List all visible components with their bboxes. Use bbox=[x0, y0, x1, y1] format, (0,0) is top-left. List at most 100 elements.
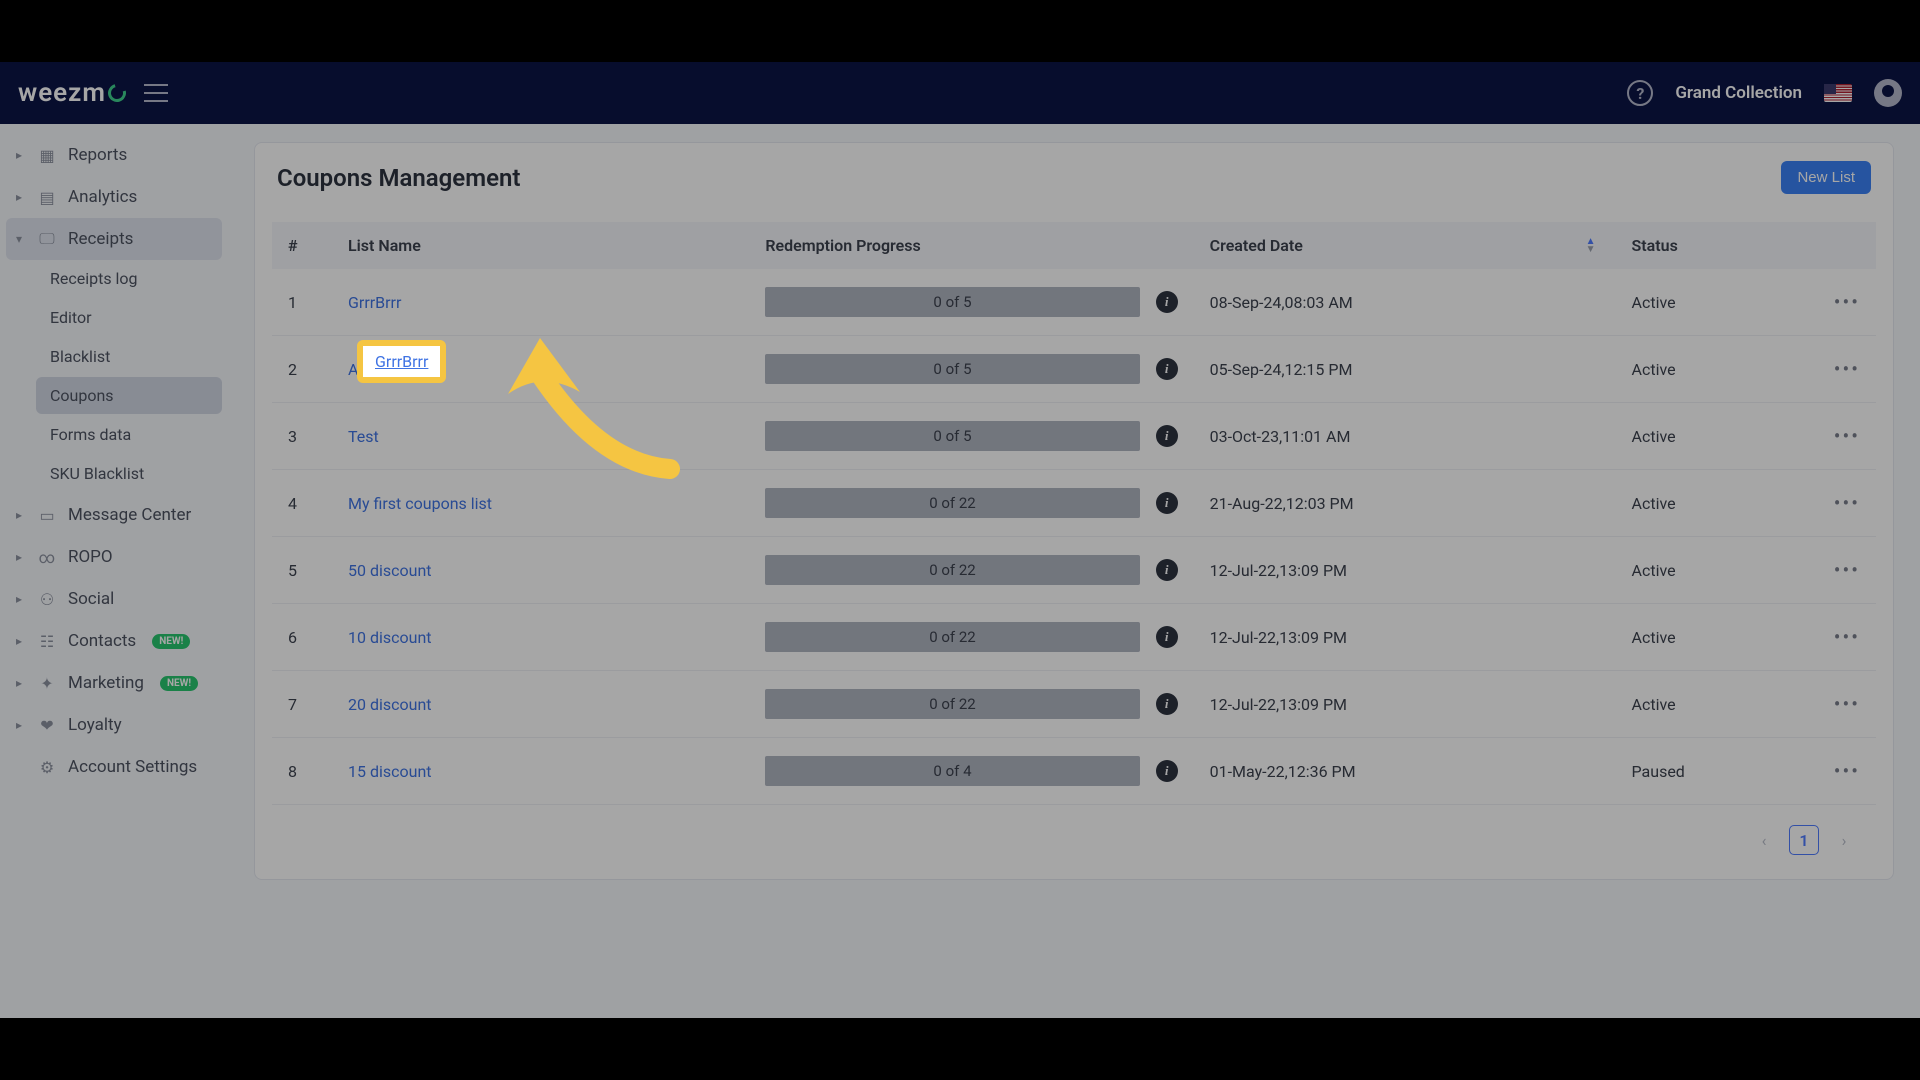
sidebar-item-label: Receipts bbox=[68, 229, 133, 249]
table-row: 6 10 discount 0 of 22 i 12-Jul-22,13:09 PMAc… bbox=[272, 604, 1876, 671]
col-progress[interactable]: Redemption Progress bbox=[749, 222, 1193, 269]
card-header: Coupons Management New List bbox=[255, 143, 1893, 222]
info-icon[interactable]: i bbox=[1156, 492, 1178, 514]
row-index: 1 bbox=[272, 269, 332, 336]
row-status: Active bbox=[1616, 470, 1818, 537]
sidebar-item-contacts[interactable]: ▸☷ContactsNEW! bbox=[6, 620, 222, 662]
brand-logo[interactable]: weezm bbox=[18, 78, 126, 108]
pager-prev-icon[interactable]: ‹ bbox=[1749, 825, 1779, 855]
sidebar-item-label: Marketing bbox=[68, 673, 144, 693]
info-icon[interactable]: i bbox=[1156, 425, 1178, 447]
info-icon[interactable]: i bbox=[1156, 358, 1178, 380]
row-status: Active bbox=[1616, 269, 1818, 336]
info-icon[interactable]: i bbox=[1156, 291, 1178, 313]
col-date[interactable]: Created Date ▲▼ bbox=[1194, 222, 1616, 269]
table-row: 550 discount0 of 22i12-Jul-22,13:09 PMAc… bbox=[272, 537, 1876, 604]
row-actions-menu-icon[interactable]: ••• bbox=[1818, 269, 1876, 336]
menu-toggle-icon[interactable] bbox=[144, 84, 168, 102]
list-name-link[interactable]: My first coupons list bbox=[348, 494, 492, 513]
chevron-down-icon: ▾ bbox=[16, 232, 26, 246]
progress-bar: 0 of 22 bbox=[765, 622, 1139, 652]
brand-text: weezm bbox=[18, 78, 106, 108]
table-row: 815 discount0 of 4i01-May-22,12:36 PMPau… bbox=[272, 738, 1876, 805]
row-actions-menu-icon[interactable]: ••• bbox=[1818, 671, 1876, 738]
locale-flag-icon[interactable] bbox=[1824, 84, 1852, 102]
sidebar-item-analytics[interactable]: ▸▤Analytics bbox=[6, 176, 222, 218]
row-index: 6 bbox=[272, 604, 332, 671]
list-name-link[interactable]: 10 discount bbox=[348, 628, 432, 647]
sidebar-item-label: Contacts bbox=[68, 631, 136, 651]
sidebar-item-social[interactable]: ▸ ⚇ Social bbox=[6, 578, 222, 620]
row-index: 4 bbox=[272, 470, 332, 537]
sidebar-subitem-sku-blacklist[interactable]: SKU Blacklist bbox=[36, 455, 222, 492]
info-icon[interactable]: i bbox=[1156, 626, 1178, 648]
info-icon[interactable]: i bbox=[1156, 559, 1178, 581]
sidebar-item-message-center[interactable]: ▸▭Message Center bbox=[6, 494, 222, 536]
page-title: Coupons Management bbox=[277, 164, 520, 192]
sidebar-item-reports[interactable]: ▸▦Reports bbox=[6, 134, 222, 176]
chevron-right-icon: ▸ bbox=[16, 592, 26, 606]
row-date: 12-Jul-22,13:09 PM bbox=[1194, 604, 1616, 671]
sidebar-subitem-forms-data[interactable]: Forms data bbox=[36, 416, 222, 453]
chevron-right-icon: ▸ bbox=[16, 718, 26, 732]
row-status: Active bbox=[1616, 604, 1818, 671]
business-name[interactable]: Grand Collection bbox=[1675, 83, 1802, 103]
sidebar-item-label: Social bbox=[68, 589, 114, 609]
row-status: Active bbox=[1616, 671, 1818, 738]
new-badge: NEW! bbox=[152, 634, 190, 649]
row-date: 08-Sep-24,08:03 AM bbox=[1194, 269, 1616, 336]
info-icon[interactable]: i bbox=[1156, 760, 1178, 782]
sort-icon[interactable]: ▲▼ bbox=[1586, 238, 1596, 254]
chevron-right-icon: ▸ bbox=[16, 550, 26, 564]
sidebar-item-receipts[interactable]: ▾🖵Receipts bbox=[6, 218, 222, 260]
row-index: 3 bbox=[272, 403, 332, 470]
sidebar-item-marketing[interactable]: ▸✦MarketingNEW! bbox=[6, 662, 222, 704]
new-badge: NEW! bbox=[160, 676, 198, 691]
sidebar-icon: ☷ bbox=[36, 632, 58, 651]
coupons-card: Coupons Management New List # List Name … bbox=[254, 142, 1894, 880]
info-icon[interactable]: i bbox=[1156, 693, 1178, 715]
account-avatar-icon[interactable] bbox=[1874, 79, 1902, 107]
row-progress-cell: 0 of 5i bbox=[749, 336, 1193, 403]
row-actions-menu-icon[interactable]: ••• bbox=[1818, 403, 1876, 470]
sidebar-item-ropo[interactable]: ▸∞ROPO bbox=[6, 536, 222, 578]
sidebar-subitem-coupons[interactable]: Coupons bbox=[36, 377, 222, 414]
row-actions-menu-icon[interactable]: ••• bbox=[1818, 738, 1876, 805]
row-date: 12-Jul-22,13:09 PM bbox=[1194, 537, 1616, 604]
progress-bar: 0 of 22 bbox=[765, 689, 1139, 719]
chevron-right-icon: ▸ bbox=[16, 148, 26, 162]
col-status[interactable]: Status bbox=[1616, 222, 1818, 269]
pager-next-icon[interactable]: › bbox=[1829, 825, 1859, 855]
list-name-link[interactable]: 15 discount bbox=[348, 762, 432, 781]
highlighted-list-link[interactable]: GrrrBrrr bbox=[375, 352, 428, 371]
list-name-link[interactable]: Test bbox=[348, 427, 379, 446]
progress-bar: 0 of 22 bbox=[765, 555, 1139, 585]
sidebar-subitem-blacklist[interactable]: Blacklist bbox=[36, 338, 222, 375]
row-actions-menu-icon[interactable]: ••• bbox=[1818, 470, 1876, 537]
pager-page-1[interactable]: 1 bbox=[1789, 825, 1819, 855]
row-date: 01-May-22,12:36 PM bbox=[1194, 738, 1616, 805]
list-name-link[interactable]: GrrrBrrr bbox=[348, 293, 401, 312]
progress-bar: 0 of 22 bbox=[765, 488, 1139, 518]
row-actions-menu-icon[interactable]: ••• bbox=[1818, 336, 1876, 403]
row-actions-menu-icon[interactable]: ••• bbox=[1818, 537, 1876, 604]
sidebar-item-label: Analytics bbox=[68, 187, 137, 207]
sidebar-icon: ▤ bbox=[36, 188, 58, 207]
help-icon[interactable]: ? bbox=[1627, 80, 1653, 106]
row-actions-menu-icon[interactable]: ••• bbox=[1818, 604, 1876, 671]
row-date: 05-Sep-24,12:15 PM bbox=[1194, 336, 1616, 403]
row-status: Paused bbox=[1616, 738, 1818, 805]
sidebar-item-account-settings[interactable]: ⚙Account Settings bbox=[6, 746, 222, 788]
col-idx[interactable]: # bbox=[272, 222, 332, 269]
sidebar-item-loyalty[interactable]: ▸❤Loyalty bbox=[6, 704, 222, 746]
list-name-link[interactable]: 50 discount bbox=[348, 561, 432, 580]
sidebar-subitem-receipts-log[interactable]: Receipts log bbox=[36, 260, 222, 297]
col-name[interactable]: List Name bbox=[332, 222, 749, 269]
sidebar-icon: ⚇ bbox=[36, 590, 58, 609]
row-progress-cell: 0 of 22 i bbox=[749, 537, 1193, 604]
progress-bar: 0 of 5 bbox=[765, 421, 1139, 451]
sidebar-subitem-editor[interactable]: Editor bbox=[36, 299, 222, 336]
list-name-link[interactable]: 20 discount bbox=[348, 695, 432, 714]
progress-bar: 0 of 4 bbox=[765, 756, 1139, 786]
new-list-button[interactable]: New List bbox=[1781, 161, 1871, 194]
